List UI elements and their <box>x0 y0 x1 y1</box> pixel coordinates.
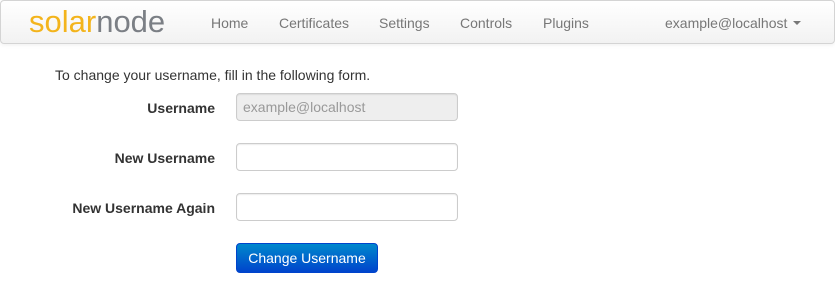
nav-home-link[interactable]: Home <box>211 1 248 45</box>
new-username-again-input[interactable] <box>236 193 458 221</box>
username-label: Username <box>147 100 215 116</box>
new-username-label: New Username <box>114 150 215 166</box>
new-username-input[interactable] <box>236 143 458 171</box>
solarnode-logo[interactable]: solarnode <box>29 4 165 40</box>
nav-settings-link[interactable]: Settings <box>379 1 430 45</box>
user-menu-dropdown[interactable]: example@localhost <box>665 1 802 45</box>
logo-solar-text: solar <box>29 4 97 39</box>
current-username-field <box>236 93 458 121</box>
form-intro-text: To change your username, fill in the fol… <box>55 67 371 83</box>
user-menu-label: example@localhost <box>665 15 788 31</box>
change-username-button[interactable]: Change Username <box>236 243 378 273</box>
nav-certificates-link[interactable]: Certificates <box>279 1 349 45</box>
logo-node-text: node <box>96 4 166 39</box>
new-username-again-label: New Username Again <box>72 200 215 216</box>
nav-controls-link[interactable]: Controls <box>460 1 512 45</box>
caret-down-icon <box>793 21 802 26</box>
top-navbar: solarnode Home Certificates Settings Con… <box>0 0 835 44</box>
nav-plugins-link[interactable]: Plugins <box>543 1 589 45</box>
